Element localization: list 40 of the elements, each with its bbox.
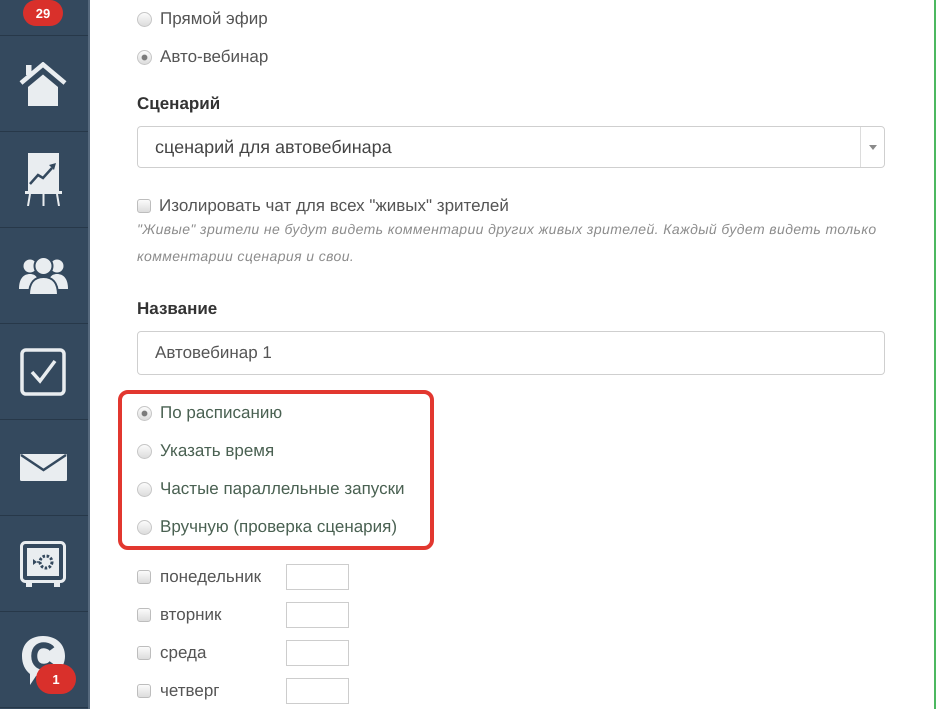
radio-label[interactable]: Вручную (проверка сценария) [160,517,397,537]
checkbox-label[interactable]: среда [160,643,278,663]
checkbox[interactable] [137,684,151,698]
mail-icon[interactable] [20,454,66,481]
checkbox-icon[interactable] [20,348,66,396]
caret-icon[interactable] [868,144,876,150]
checkbox-label[interactable]: четверг [160,681,278,701]
notification-badge: 1 [36,664,76,694]
hint-text: "Живые" зрители не будут видеть комментарии других живых зрителей. Каждый будет видеть только комментарии сценария и свои. [137,220,878,266]
notification-badge: 29 [23,0,63,26]
time-input[interactable] [286,602,349,628]
time-input[interactable] [286,640,349,666]
checkbox-label[interactable]: Изолировать чат для всех "живых" зрителей [159,196,509,216]
checkbox[interactable] [137,646,151,660]
safe-icon[interactable] [20,540,66,586]
scenario-select[interactable]: сценарий для автовебинара [137,126,885,168]
checkbox[interactable] [137,199,151,213]
radio-label[interactable]: Авто-вебинар [160,47,268,67]
radio-label[interactable]: По расписанию [160,403,282,423]
radio-button[interactable] [137,50,152,64]
field-label: Название [137,299,218,319]
radio-label[interactable]: Частые параллельные запуски [160,479,405,499]
checkbox[interactable] [137,608,151,622]
checkbox[interactable] [137,570,151,584]
name-input[interactable]: Автовебинар 1 [137,331,885,375]
radio-button[interactable] [137,444,152,458]
radio-button[interactable] [137,12,152,26]
home-icon[interactable] [19,62,67,106]
presentation-chart-icon[interactable] [24,153,62,206]
radio-button[interactable] [137,482,152,496]
radio-button[interactable] [137,406,152,420]
people-icon[interactable] [18,256,68,296]
radio-label[interactable]: Прямой эфир [160,9,268,29]
checkbox-label[interactable]: понедельник [160,567,278,587]
radio-button[interactable] [137,520,152,534]
field-label: Сценарий [137,94,222,114]
time-input[interactable] [286,678,349,704]
time-input[interactable] [286,564,349,590]
checkbox-label[interactable]: вторник [160,605,278,625]
radio-label[interactable]: Указать время [160,441,274,461]
